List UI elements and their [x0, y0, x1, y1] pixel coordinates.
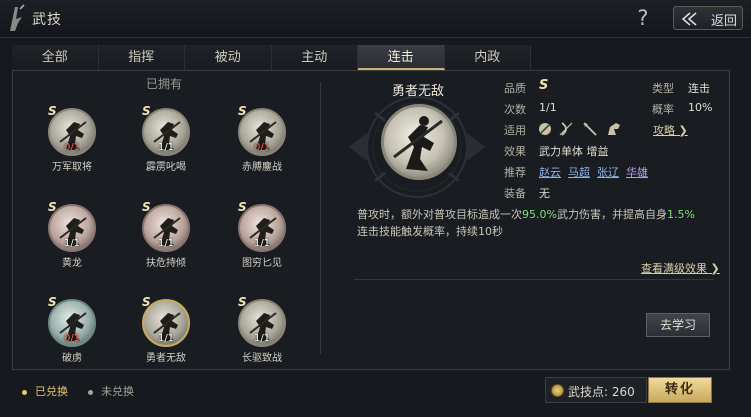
- legend-unowned: 未兑换: [88, 383, 134, 399]
- skill-name: 图穷匕见: [242, 258, 282, 269]
- recommend-hero-link[interactable]: 华雄: [626, 164, 648, 180]
- view-full-effect-link[interactable]: 查看满级效果 ❯: [641, 260, 720, 276]
- effect-value: 武力单体 增益: [539, 145, 609, 158]
- tab-all[interactable]: 全部: [12, 45, 99, 70]
- equip-value: 无: [539, 187, 550, 200]
- effect-label: 效果: [504, 145, 526, 158]
- skill-logo-icon: [10, 4, 25, 31]
- equip-label: 装备: [504, 187, 526, 200]
- back-arrow-icon: [681, 12, 697, 26]
- apply-label: 适用: [504, 124, 526, 137]
- skill-count: 0/1: [63, 333, 81, 344]
- skill-card[interactable]: S 1/1 黄龙: [34, 200, 114, 290]
- skill-points-display: 武技点: 260: [545, 377, 647, 403]
- skill-grade: S: [238, 295, 247, 309]
- skill-count: 1/1: [157, 238, 175, 249]
- skill-grade: S: [142, 104, 151, 118]
- skill-grade: S: [238, 104, 247, 118]
- skill-name: 赤膊鏖战: [242, 162, 282, 173]
- shield-icon: [539, 123, 551, 135]
- tab-active[interactable]: 主动: [271, 45, 358, 70]
- type-value: 连击: [688, 82, 710, 95]
- quality-value: S: [539, 78, 549, 93]
- skill-card[interactable]: S 1/1 长驱致战: [224, 295, 304, 385]
- skill-name: 霹雳叱喝: [146, 162, 186, 173]
- skill-count: 1/1: [253, 238, 271, 249]
- learn-button[interactable]: 去学习: [646, 313, 710, 337]
- skill-grade: S: [48, 200, 57, 214]
- recommend-hero-link[interactable]: 赵云: [539, 164, 561, 180]
- skill-grade: S: [142, 295, 151, 309]
- skill-name: 扶危持倾: [146, 258, 186, 269]
- owned-section-label: 已拥有: [146, 77, 183, 91]
- recommend-hero-link[interactable]: 马超: [568, 164, 590, 180]
- skill-grade: S: [238, 200, 247, 214]
- back-label: 返回: [711, 14, 738, 29]
- tab-passive[interactable]: 被动: [185, 45, 272, 70]
- tab-command[interactable]: 指挥: [98, 45, 185, 70]
- skill-count: 1/1: [157, 333, 175, 344]
- skill-card[interactable]: S 0/1 破虏: [34, 295, 114, 385]
- probability-label: 概率: [652, 103, 674, 116]
- skill-name: 长驱致战: [242, 353, 282, 364]
- category-tabs: 全部 指挥 被动 主动 连击 内政: [12, 45, 531, 70]
- tab-combo[interactable]: 连击: [358, 45, 445, 70]
- count-label: 次数: [504, 103, 526, 116]
- skill-count: 1/1: [253, 333, 271, 344]
- quality-label: 品质: [504, 82, 526, 95]
- skill-name: 黄龙: [62, 258, 82, 269]
- skill-count: 1/1: [157, 142, 175, 153]
- skill-name: 破虏: [62, 353, 82, 364]
- skill-count: 0/1: [63, 142, 81, 153]
- skill-card[interactable]: S 0/1 赤膊鏖战: [224, 104, 304, 194]
- tab-domestic[interactable]: 内政: [444, 45, 531, 70]
- skill-count: 0/1: [253, 142, 271, 153]
- strategy-link[interactable]: 攻略 ❯: [653, 122, 688, 138]
- convert-button[interactable]: 转化: [648, 377, 712, 403]
- skill-card[interactable]: S 1/1 霹雳叱喝: [128, 104, 208, 194]
- horse-icon: [608, 123, 620, 135]
- skill-grade: S: [142, 200, 151, 214]
- page-title: 武技: [32, 12, 62, 28]
- recommend-label: 推荐: [504, 166, 526, 179]
- apply-icons: [539, 122, 620, 136]
- skill-points-label: 武技点: 260: [568, 385, 635, 399]
- owned-dot-icon: [22, 389, 27, 395]
- skill-card[interactable]: S 1/1 扶危持倾: [128, 200, 208, 290]
- probability-value: 10%: [688, 101, 713, 114]
- skill-grade: S: [48, 295, 57, 309]
- skill-card[interactable]: S 1/1 勇者无敌: [128, 295, 208, 385]
- bow-icon: [559, 122, 573, 136]
- skill-name: 勇者无敌: [146, 353, 186, 364]
- warrior-figure-icon: [393, 116, 443, 171]
- detail-divider: [354, 279, 714, 280]
- unowned-dot-icon: [88, 389, 93, 395]
- coin-icon: [551, 384, 564, 397]
- spear-icon: [583, 122, 597, 136]
- header-bar: 武技 ? 返回: [0, 0, 751, 38]
- skill-count: 1/1: [63, 238, 81, 249]
- skill-name: 万军取将: [52, 162, 92, 173]
- skill-card[interactable]: S 0/1 万军取将: [34, 104, 114, 194]
- count-value: 1/1: [539, 101, 557, 114]
- skill-description: 普攻时，额外对普攻目标造成一次95.0%武力伤害，并提高自身1.5% 连击技能触发…: [357, 208, 695, 238]
- type-label: 类型: [652, 82, 674, 95]
- skill-card[interactable]: S 1/1 图穷匕见: [224, 200, 304, 290]
- legend-owned: 已兑换: [22, 383, 68, 399]
- recommend-hero-link[interactable]: 张辽: [597, 164, 619, 180]
- back-button[interactable]: 返回: [673, 6, 743, 30]
- skill-grade: S: [48, 104, 57, 118]
- help-icon[interactable]: ?: [630, 5, 656, 31]
- panel-divider: [320, 82, 321, 354]
- detail-skill-portrait: [381, 104, 457, 180]
